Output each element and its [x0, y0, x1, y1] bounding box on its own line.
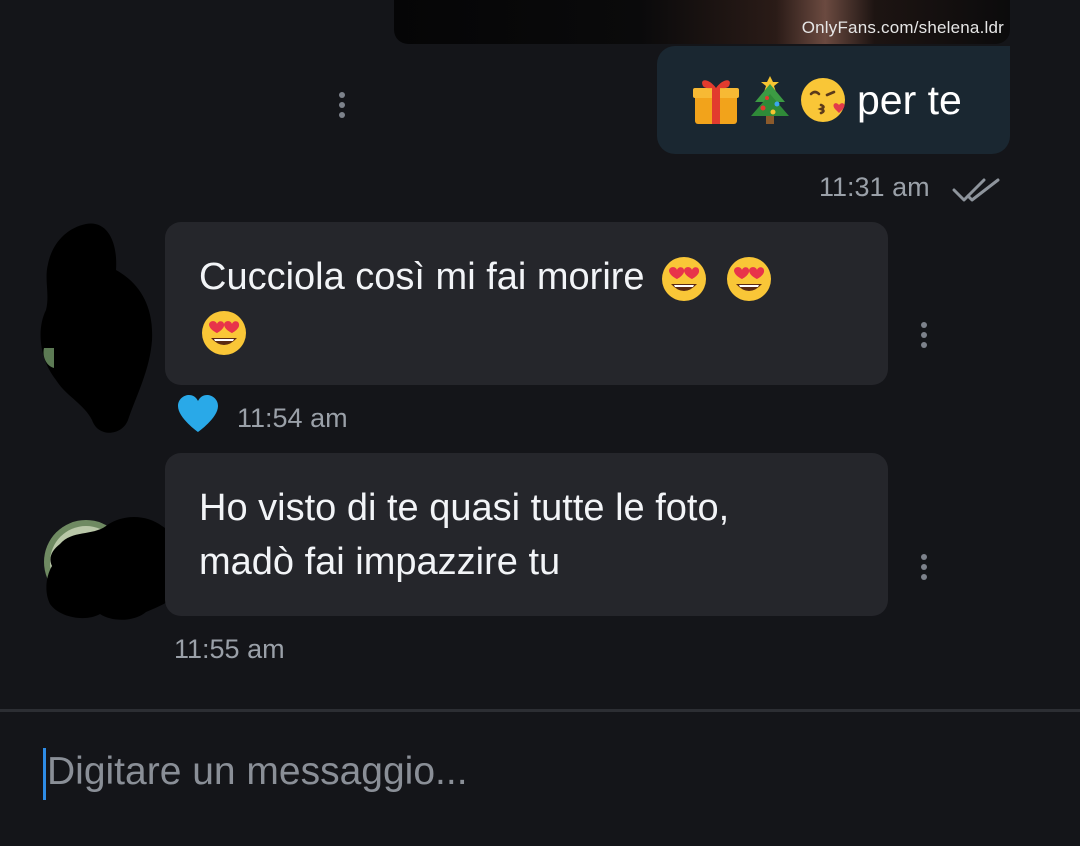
- double-check-icon: [952, 178, 1000, 202]
- text-caret: [43, 748, 46, 800]
- chat-screen: OnlyFans.com/shelena.ldr per te 11:31 am…: [0, 0, 1080, 846]
- incoming-message-1-options-icon[interactable]: [918, 322, 930, 348]
- heart-eyes-emoji-icon: [662, 256, 707, 301]
- incoming-message-text-2-line2: madò fai impazzire tu: [199, 541, 561, 583]
- incoming-message-text-1: Cucciola così mi fai morire: [199, 256, 645, 298]
- outgoing-message-options-icon[interactable]: [336, 92, 348, 118]
- outgoing-message-time: 11:31 am: [819, 172, 930, 202]
- christmas-tree-emoji-icon: [751, 76, 789, 124]
- incoming-message-1-time: 11:54 am: [237, 403, 348, 433]
- heart-eyes-emoji-icon: [202, 310, 246, 355]
- incoming-message-2-options-icon[interactable]: [918, 554, 930, 580]
- incoming-message-text-2-line1: Ho visto di te quasi tutte le foto,: [199, 487, 730, 529]
- heart-eyes-emoji-icon: [726, 256, 771, 301]
- incoming-message-bubble-1[interactable]: Cucciola così mi fai morire: [165, 222, 888, 385]
- media-message-preview[interactable]: OnlyFans.com/shelena.ldr: [394, 0, 1010, 44]
- kissing-face-emoji-icon: [801, 78, 845, 122]
- outgoing-message-text: per te: [857, 76, 962, 123]
- incoming-message-2-time: 11:55 am: [174, 634, 285, 664]
- incoming-message-bubble-2[interactable]: Ho visto di te quasi tutte le foto, madò…: [165, 453, 888, 616]
- message-input[interactable]: Digitare un messaggio...: [47, 750, 468, 794]
- gift-emoji-icon: [693, 80, 739, 124]
- blue-heart-icon[interactable]: [176, 394, 220, 434]
- media-watermark: OnlyFans.com/shelena.ldr: [801, 18, 1004, 37]
- sender-avatar-redacted[interactable]: [36, 220, 158, 440]
- outgoing-message-bubble[interactable]: per te: [657, 46, 1010, 154]
